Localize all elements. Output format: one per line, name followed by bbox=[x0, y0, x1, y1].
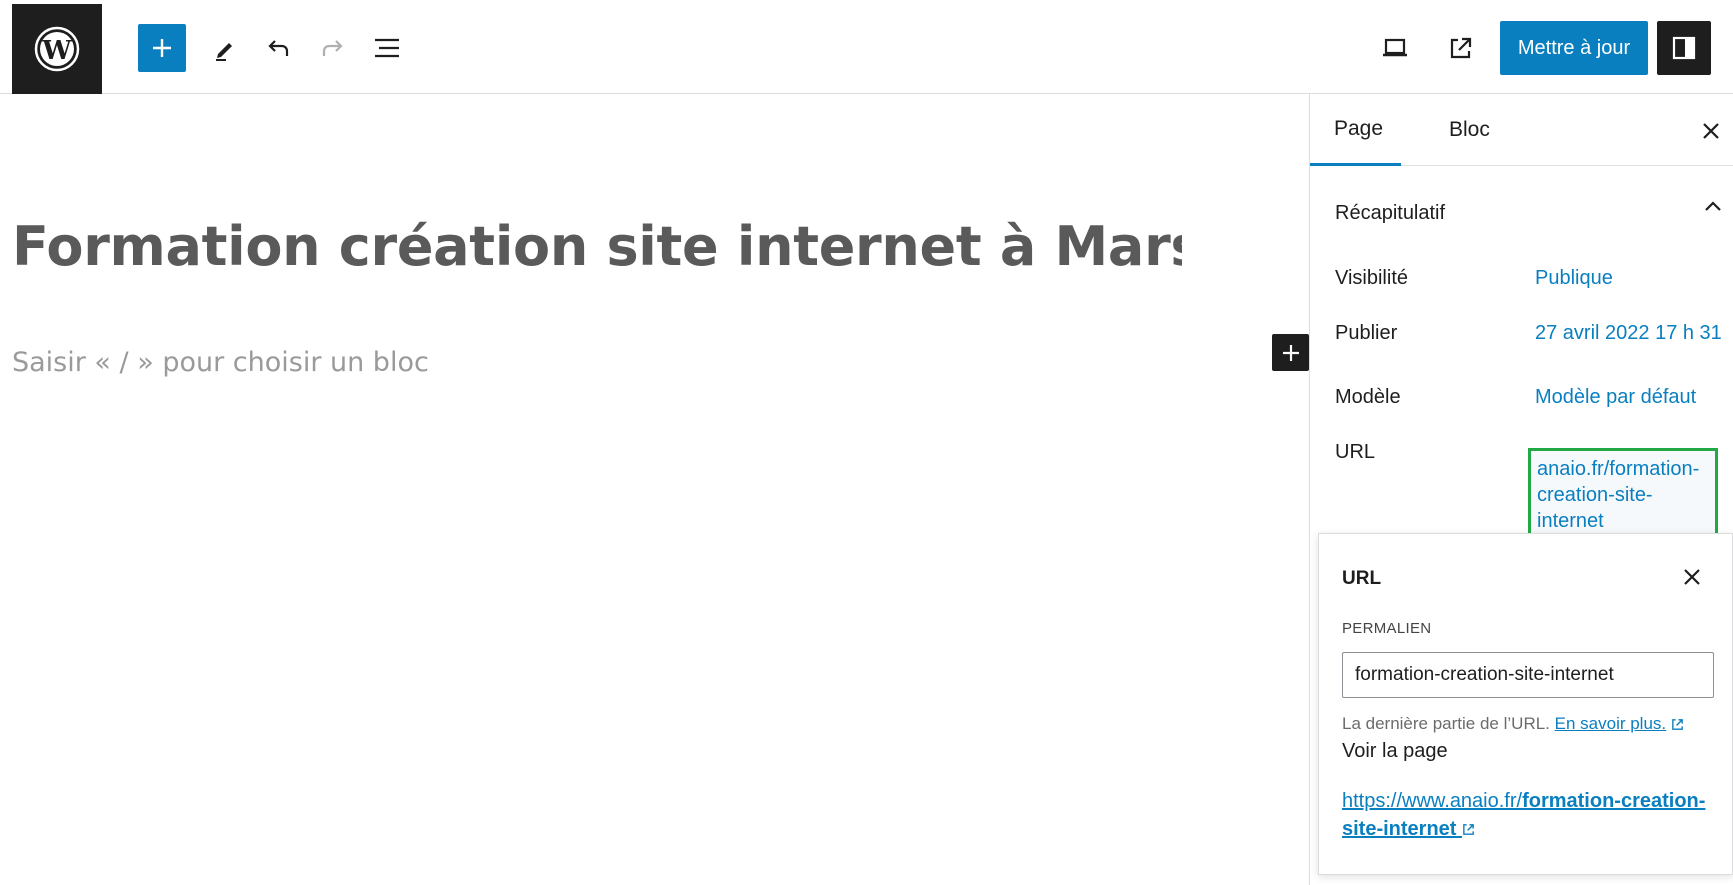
permalink-label: PERMALIEN bbox=[1342, 620, 1432, 637]
chevron-up-icon[interactable] bbox=[1700, 194, 1726, 220]
plus-icon bbox=[153, 39, 171, 57]
close-icon[interactable] bbox=[1698, 118, 1724, 144]
close-icon[interactable] bbox=[1679, 564, 1705, 590]
wordpress-logo[interactable]: W bbox=[12, 4, 102, 94]
external-link-icon bbox=[1672, 719, 1683, 730]
block-inserter-button[interactable] bbox=[138, 24, 186, 72]
editor-toolbar: W Mettre à jour bbox=[0, 0, 1733, 94]
url-value-line2: creation-site-internet bbox=[1537, 484, 1653, 532]
pencil-icon bbox=[216, 43, 232, 61]
summary-panel-title[interactable]: Récapitulatif bbox=[1335, 202, 1445, 225]
editor-canvas: Formation création site internet à Marse… bbox=[0, 95, 1309, 885]
view-page-label: Voir la page bbox=[1342, 740, 1448, 762]
wordpress-logo-icon: W bbox=[34, 26, 80, 72]
page-url-slug-line1: formation-creation- bbox=[1522, 790, 1706, 812]
block-placeholder[interactable]: Saisir « / » pour choisir un bloc bbox=[12, 347, 429, 378]
sidebar-tabs: Page Bloc bbox=[1310, 94, 1733, 166]
redo-button[interactable] bbox=[313, 28, 353, 68]
page-url-link[interactable]: https://www.anaio.fr/formation-creation-… bbox=[1342, 787, 1722, 843]
tools-button[interactable] bbox=[205, 28, 245, 68]
publish-date-value[interactable]: 27 avril 2022 17 h 31 bbox=[1535, 322, 1722, 345]
permalink-input[interactable] bbox=[1342, 652, 1714, 698]
external-link-icon bbox=[1450, 37, 1472, 59]
redo-icon bbox=[322, 40, 343, 56]
tab-page[interactable]: Page bbox=[1310, 94, 1401, 166]
publish-label: Publier bbox=[1335, 322, 1398, 344]
external-link-icon bbox=[1463, 824, 1474, 836]
template-label: Modèle bbox=[1335, 386, 1401, 408]
page-url-slug-line2: site-internet bbox=[1342, 818, 1457, 840]
template-value[interactable]: Modèle par défaut bbox=[1535, 386, 1696, 409]
list-view-button[interactable] bbox=[367, 28, 407, 68]
url-label: URL bbox=[1335, 441, 1376, 463]
sidebar-toggle-icon bbox=[1672, 36, 1696, 60]
post-title[interactable]: Formation création site internet à Marse… bbox=[12, 215, 1182, 278]
settings-toggle-button[interactable] bbox=[1657, 21, 1711, 75]
visibility-label: Visibilité bbox=[1335, 267, 1408, 289]
preview-button[interactable] bbox=[1375, 28, 1415, 68]
list-view-icon bbox=[375, 38, 399, 58]
plus-icon bbox=[1282, 344, 1299, 361]
url-value-button[interactable]: anaio.fr/formation- creation-site-intern… bbox=[1528, 448, 1718, 542]
view-page-button[interactable] bbox=[1441, 28, 1481, 68]
permalink-help-text: La dernière partie de l’URL. bbox=[1342, 714, 1550, 733]
add-block-button[interactable] bbox=[1272, 334, 1309, 371]
url-popover: URL PERMALIEN La dernière partie de l’UR… bbox=[1318, 533, 1733, 875]
visibility-value[interactable]: Publique bbox=[1535, 267, 1613, 290]
learn-more-link[interactable]: En savoir plus. bbox=[1555, 714, 1667, 733]
popover-title: URL bbox=[1342, 568, 1382, 589]
undo-button[interactable] bbox=[258, 28, 298, 68]
undo-icon bbox=[268, 40, 289, 56]
preview-icon bbox=[1383, 38, 1407, 57]
page-url-prefix: https://www.anaio.fr/ bbox=[1342, 790, 1523, 812]
update-button[interactable]: Mettre à jour bbox=[1500, 21, 1648, 75]
url-value-line1: anaio.fr/formation- bbox=[1537, 458, 1700, 480]
svg-text:W: W bbox=[41, 36, 72, 66]
tab-block[interactable]: Bloc bbox=[1425, 94, 1514, 166]
permalink-help: La dernière partie de l’URL. En savoir p… bbox=[1342, 714, 1684, 734]
